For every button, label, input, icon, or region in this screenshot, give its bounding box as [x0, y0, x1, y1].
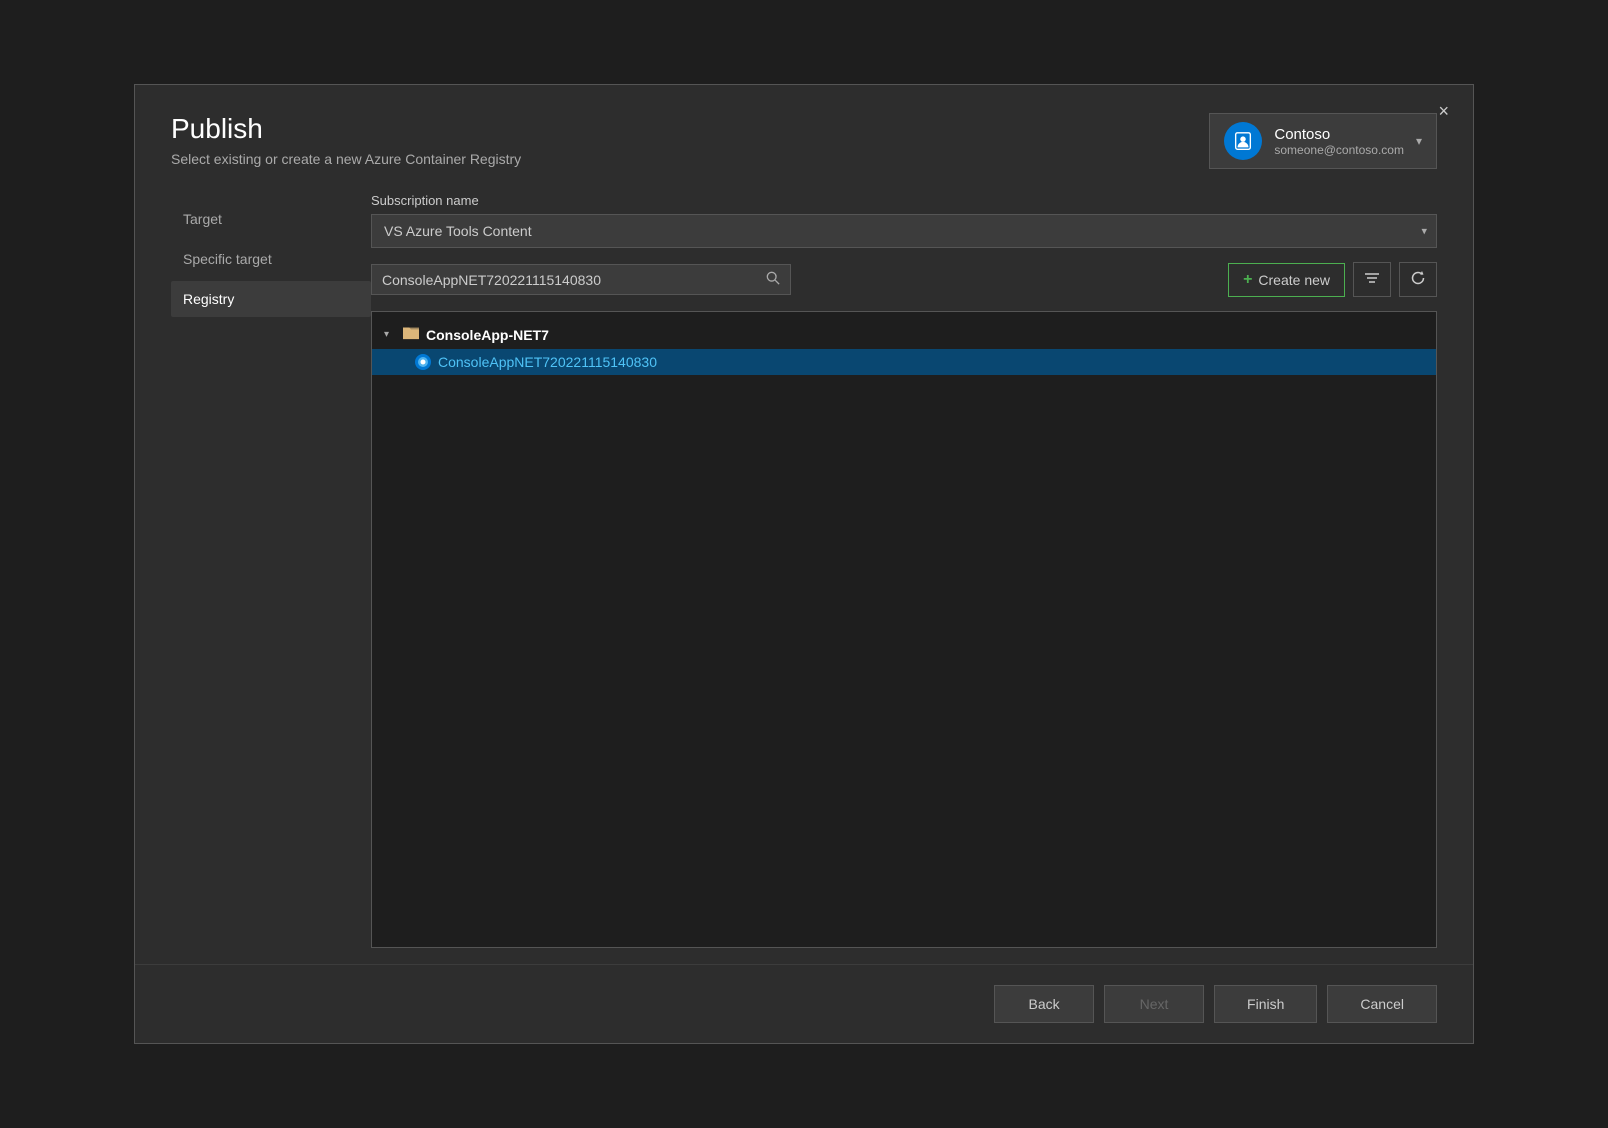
account-section[interactable]: Contoso someone@contoso.com ▾ [1209, 113, 1437, 169]
publish-dialog: × Publish Select existing or create a ne… [134, 84, 1474, 1044]
tree-container: ▾ ConsoleApp-NET7 [371, 311, 1437, 948]
account-email: someone@contoso.com [1274, 143, 1404, 157]
tree-item-folder[interactable]: ▾ ConsoleApp-NET7 [372, 320, 1436, 349]
subscription-select-wrapper: VS Azure Tools Content ▾ [371, 214, 1437, 248]
folder-icon [402, 324, 420, 345]
search-toolbar-row: + Create new [371, 262, 1437, 297]
sidebar: Target Specific target Registry [171, 193, 371, 948]
tree-item-registry[interactable]: ConsoleAppNET720221115140830 [372, 349, 1436, 375]
finish-button[interactable]: Finish [1214, 985, 1317, 1023]
search-wrapper [371, 264, 791, 295]
sidebar-item-registry[interactable]: Registry [171, 281, 371, 317]
title-section: Publish Select existing or create a new … [171, 113, 1209, 167]
back-button[interactable]: Back [994, 985, 1094, 1023]
next-button[interactable]: Next [1104, 985, 1204, 1023]
refresh-button[interactable] [1399, 262, 1437, 297]
search-input[interactable] [382, 272, 762, 288]
expand-icon: ▾ [384, 329, 396, 340]
create-new-button[interactable]: + Create new [1228, 263, 1345, 297]
subscription-label: Subscription name [371, 193, 1437, 208]
create-new-label: Create new [1258, 272, 1330, 288]
cancel-button[interactable]: Cancel [1327, 985, 1437, 1023]
content-area: Target Specific target Registry Subscrip… [135, 169, 1473, 948]
account-chevron-icon: ▾ [1416, 134, 1422, 148]
plus-icon: + [1243, 271, 1252, 289]
subscription-field: Subscription name VS Azure Tools Content… [371, 193, 1437, 248]
footer: Back Next Finish Cancel [135, 964, 1473, 1043]
sidebar-item-specific-target[interactable]: Specific target [171, 241, 371, 277]
close-button[interactable]: × [1430, 97, 1457, 126]
account-info: Contoso someone@contoso.com [1274, 126, 1404, 157]
filter-button[interactable] [1353, 262, 1391, 297]
toolbar-right: + Create new [1228, 262, 1437, 297]
sidebar-item-target[interactable]: Target [171, 201, 371, 237]
registry-icon [414, 353, 432, 371]
subscription-select[interactable]: VS Azure Tools Content [371, 214, 1437, 248]
dialog-subtitle: Select existing or create a new Azure Co… [171, 151, 1209, 167]
main-content: Subscription name VS Azure Tools Content… [371, 193, 1437, 948]
title-bar: Publish Select existing or create a new … [135, 85, 1473, 169]
folder-label: ConsoleApp-NET7 [426, 327, 549, 343]
account-name: Contoso [1274, 126, 1404, 143]
account-icon [1224, 122, 1262, 160]
search-icon [766, 271, 780, 288]
dialog-title: Publish [171, 113, 1209, 145]
registry-label: ConsoleAppNET720221115140830 [438, 354, 657, 370]
